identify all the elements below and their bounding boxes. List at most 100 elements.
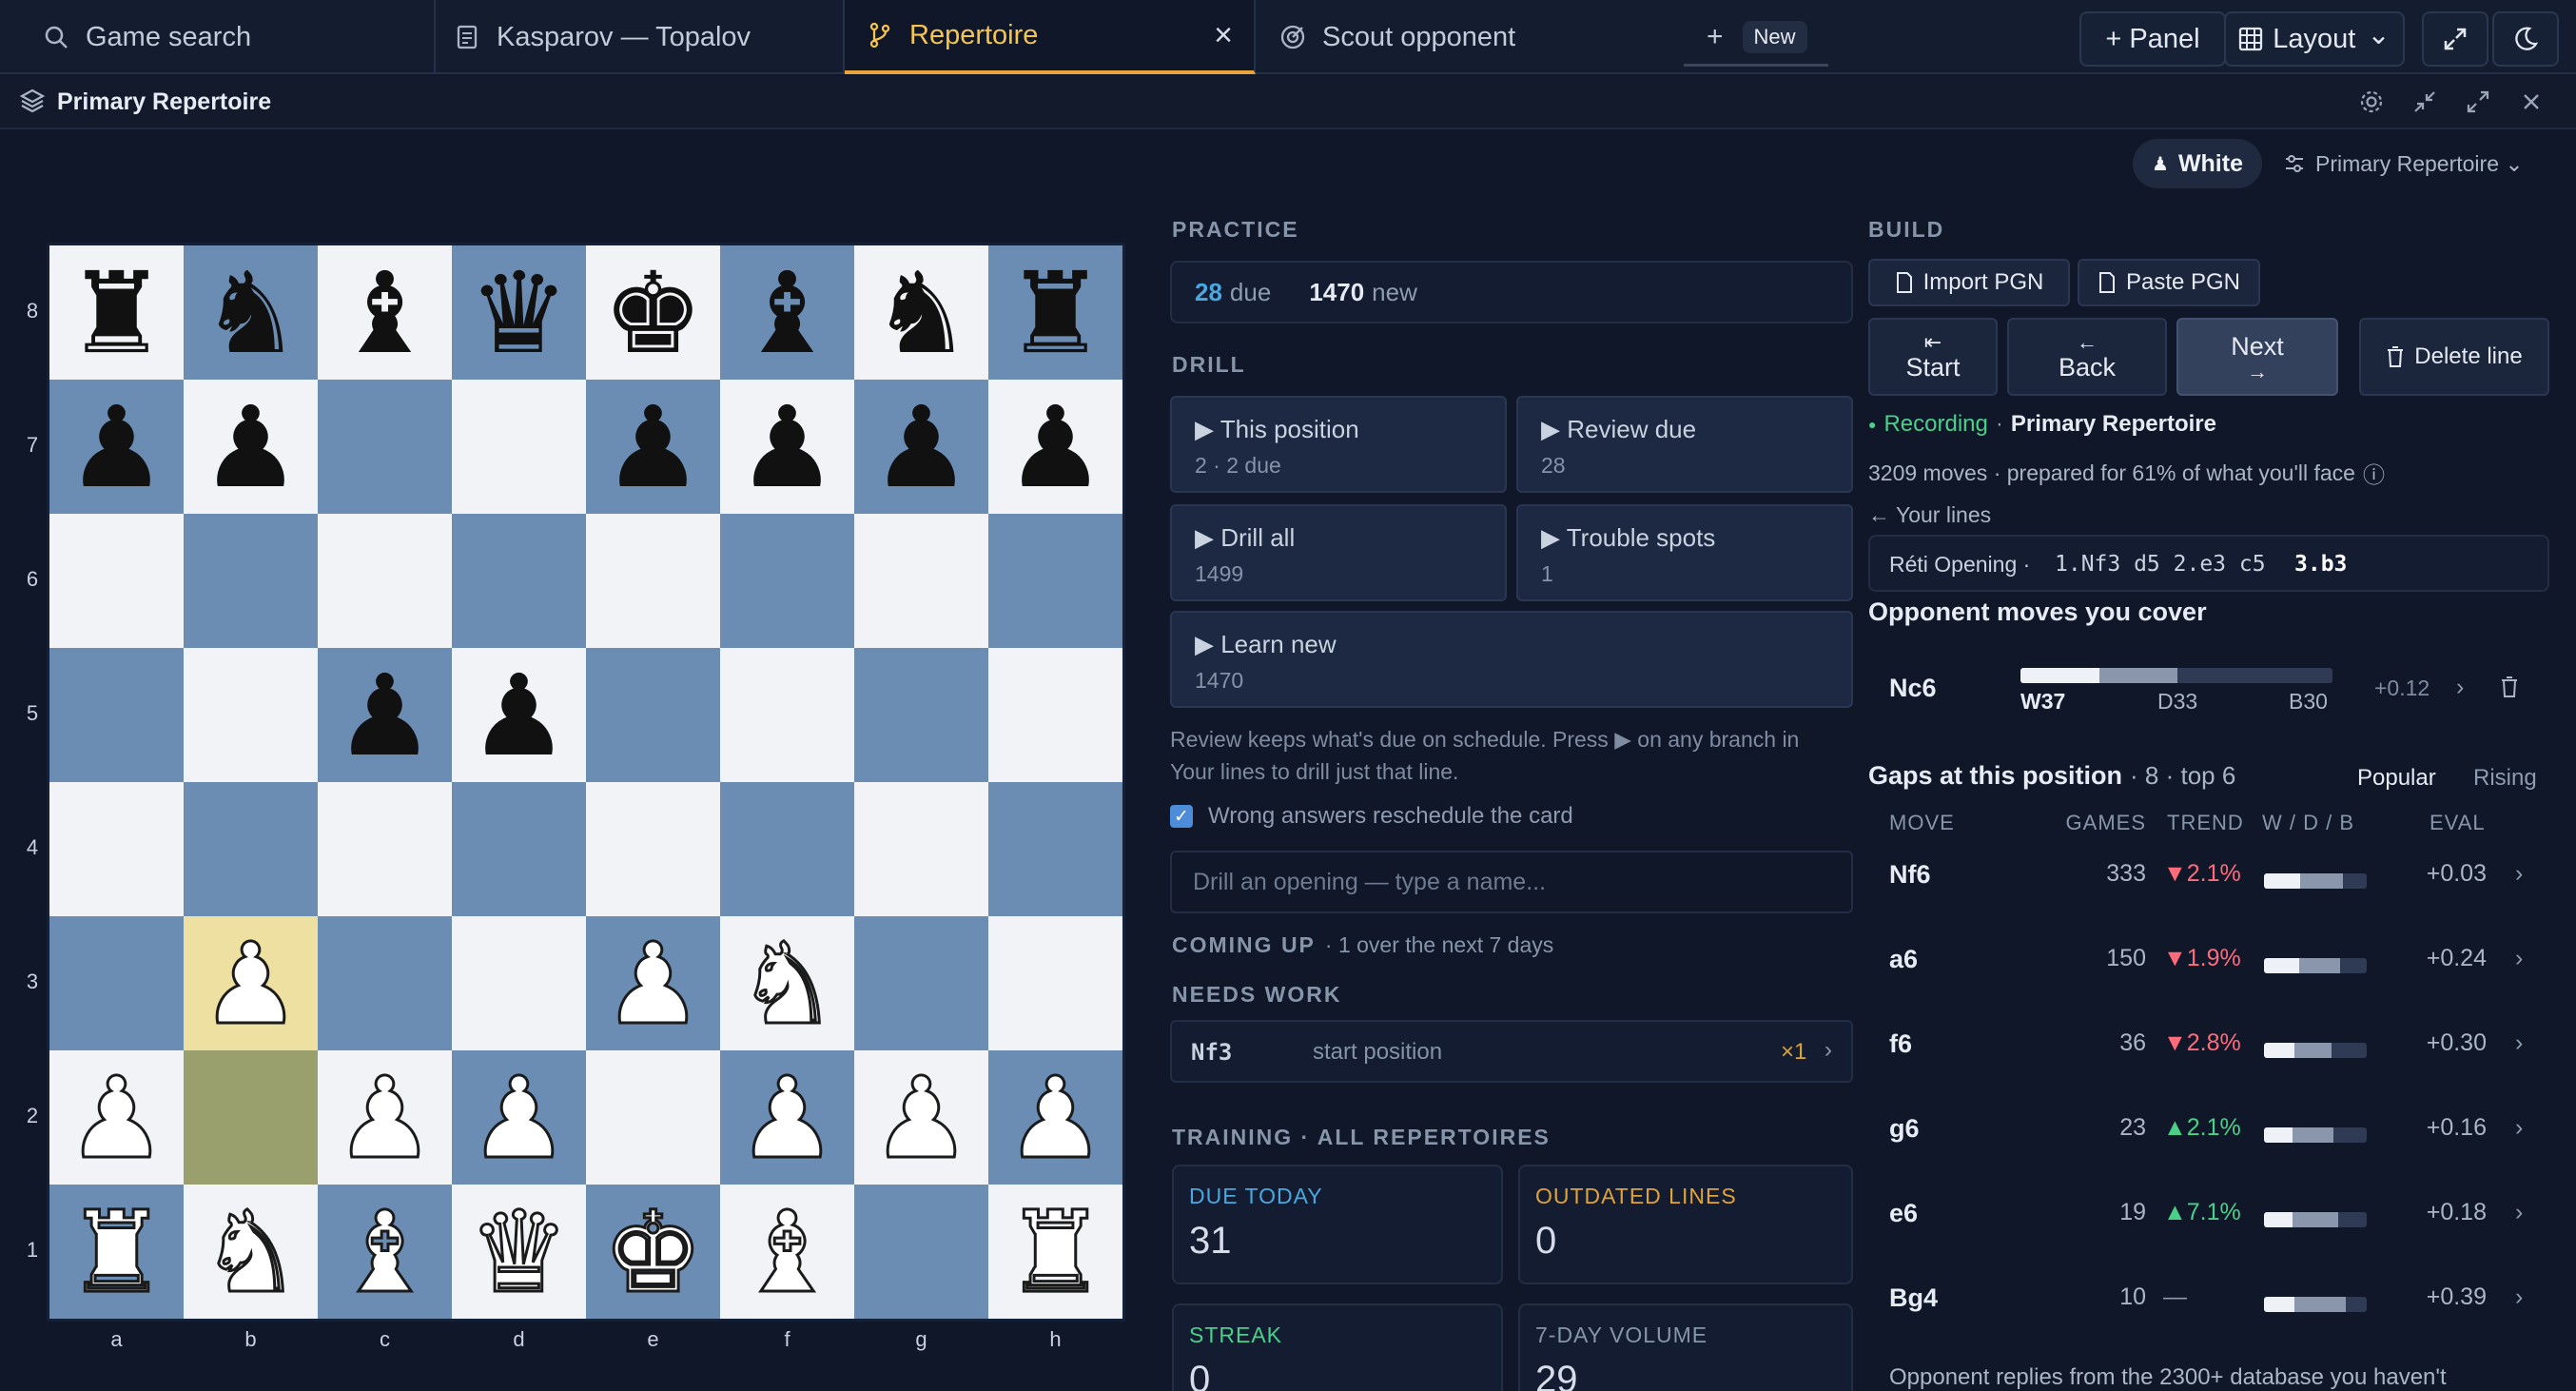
gaps-tab-rising[interactable]: Rising [2473,765,2537,792]
black-pawn-piece[interactable]: ♟ [469,659,570,772]
drill-review-due-button[interactable]: ▶ Review due 28 [1516,396,1853,493]
close-icon[interactable]: × [1210,19,1237,51]
square-g1[interactable] [854,1185,988,1319]
square-f5[interactable] [720,648,854,782]
square-a1[interactable]: ♜ [49,1185,184,1319]
black-bishop-piece[interactable]: ♝ [737,257,838,369]
square-a3[interactable] [49,916,184,1050]
needs-work-item[interactable]: Nf3 start position ×1 › [1170,1020,1853,1083]
collapse-icon[interactable] [2410,88,2439,116]
coverage-row[interactable]: Nc6 W37 D33 B30 +0.12 › [1868,647,2553,733]
white-pawn-piece[interactable]: ♟ [65,1060,168,1175]
white-pawn-piece[interactable]: ♟ [735,1060,839,1175]
square-b6[interactable] [184,514,318,648]
checkbox-checked-icon[interactable]: ✓ [1170,805,1193,828]
square-e3[interactable]: ♟ [586,916,720,1050]
square-f1[interactable]: ♝ [720,1185,854,1319]
square-f8[interactable]: ♝ [720,245,854,380]
white-pawn-piece[interactable]: ♟ [869,1060,973,1175]
square-d4[interactable] [452,782,586,916]
square-e5[interactable] [586,648,720,782]
square-f3[interactable]: ♞ [720,916,854,1050]
drill-this-position-button[interactable]: ▶ This position 2 · 2 due [1170,396,1507,493]
new-tab-button[interactable]: + New [1684,10,1828,67]
black-bishop-piece[interactable]: ♝ [335,257,436,369]
square-g2[interactable]: ♟ [854,1050,988,1185]
square-c4[interactable] [318,782,452,916]
square-d5[interactable]: ♟ [452,648,586,782]
delete-line-button[interactable]: Delete line [2359,318,2549,396]
white-rook-piece[interactable]: ♜ [1004,1194,1107,1309]
tab-game-search[interactable]: Game search [0,0,436,74]
square-f4[interactable] [720,782,854,916]
gap-row[interactable]: f6 36 ▼2.8% +0.30 › [1868,1029,2553,1083]
square-g6[interactable] [854,514,988,648]
gear-icon[interactable] [2357,88,2386,116]
square-f2[interactable]: ♟ [720,1050,854,1185]
black-pawn-piece[interactable]: ♟ [737,391,838,503]
gap-row[interactable]: g6 23 ▲2.1% +0.16 › [1868,1114,2553,1167]
black-pawn-piece[interactable]: ♟ [603,391,704,503]
white-pawn-piece[interactable]: ♟ [199,926,302,1041]
square-a6[interactable] [49,514,184,648]
black-pawn-piece[interactable]: ♟ [201,391,302,503]
white-queen-piece[interactable]: ♛ [467,1194,571,1309]
black-pawn-piece[interactable]: ♟ [1005,391,1106,503]
gaps-tab-popular[interactable]: Popular [2357,765,2436,792]
square-b8[interactable]: ♞ [184,245,318,380]
your-lines-link[interactable]: ← Your lines [1868,502,1991,528]
square-c8[interactable]: ♝ [318,245,452,380]
next-button[interactable]: Next → [2176,318,2338,396]
square-e1[interactable]: ♚ [586,1185,720,1319]
theme-toggle-button[interactable] [2492,11,2559,67]
white-pawn-piece[interactable]: ♟ [1004,1060,1107,1175]
reschedule-checkbox-row[interactable]: ✓ Wrong answers reschedule the card [1170,803,1573,830]
drill-trouble-spots-button[interactable]: ▶ Trouble spots 1 [1516,504,1853,601]
square-h2[interactable]: ♟ [988,1050,1122,1185]
square-g7[interactable]: ♟ [854,380,988,514]
repertoire-selector[interactable]: Primary Repertoire ⌄ [2283,141,2524,186]
square-g5[interactable] [854,648,988,782]
black-knight-piece[interactable]: ♞ [871,257,972,369]
square-g8[interactable]: ♞ [854,245,988,380]
gap-row[interactable]: a6 150 ▼1.9% +0.24 › [1868,945,2553,998]
square-d8[interactable]: ♛ [452,245,586,380]
square-e2[interactable] [586,1050,720,1185]
close-panel-icon[interactable] [2517,88,2546,116]
white-king-piece[interactable]: ♚ [601,1194,705,1309]
square-f6[interactable] [720,514,854,648]
fullscreen-button[interactable] [2422,11,2488,67]
back-button[interactable]: ← Back [2007,318,2167,396]
square-f7[interactable]: ♟ [720,380,854,514]
square-e8[interactable]: ♚ [586,245,720,380]
black-pawn-piece[interactable]: ♟ [871,391,972,503]
black-king-piece[interactable]: ♚ [603,257,704,369]
import-pgn-button[interactable]: Import PGN [1868,259,2070,306]
square-d6[interactable] [452,514,586,648]
drill-opening-search-input[interactable] [1170,851,1853,913]
white-rook-piece[interactable]: ♜ [65,1194,168,1309]
square-b1[interactable]: ♞ [184,1185,318,1319]
drill-learn-new-button[interactable]: ▶ Learn new 1470 [1170,611,1853,708]
square-b3[interactable]: ♟ [184,916,318,1050]
square-h3[interactable] [988,916,1122,1050]
square-d7[interactable] [452,380,586,514]
white-pawn-piece[interactable]: ♟ [467,1060,571,1175]
black-knight-piece[interactable]: ♞ [201,257,302,369]
tab-game[interactable]: Kasparov — Topalov [436,0,845,74]
white-bishop-piece[interactable]: ♝ [333,1194,437,1309]
trash-icon[interactable] [2500,676,2519,698]
square-h6[interactable] [988,514,1122,648]
square-d2[interactable]: ♟ [452,1050,586,1185]
chess-board[interactable]: ♜ ♞ ♝ ♛ ♚ ♝ ♞ ♜ ♟ ♟ ♟ ♟ ♟ ♟ ♟ ♟ ♟ ♟ ♞ ♟ ♟ ♟ ♟ ♟ ♟ ♜ ♞ ♝ ♛ ♚ ♝ ♜ [49,245,1122,1319]
square-g4[interactable] [854,782,988,916]
square-e4[interactable] [586,782,720,916]
square-g3[interactable] [854,916,988,1050]
black-pawn-piece[interactable]: ♟ [67,391,167,503]
square-a8[interactable]: ♜ [49,245,184,380]
black-pawn-piece[interactable]: ♟ [335,659,436,772]
square-h4[interactable] [988,782,1122,916]
white-pawn-piece[interactable]: ♟ [601,926,705,1041]
black-queen-piece[interactable]: ♛ [469,257,570,369]
square-h7[interactable]: ♟ [988,380,1122,514]
